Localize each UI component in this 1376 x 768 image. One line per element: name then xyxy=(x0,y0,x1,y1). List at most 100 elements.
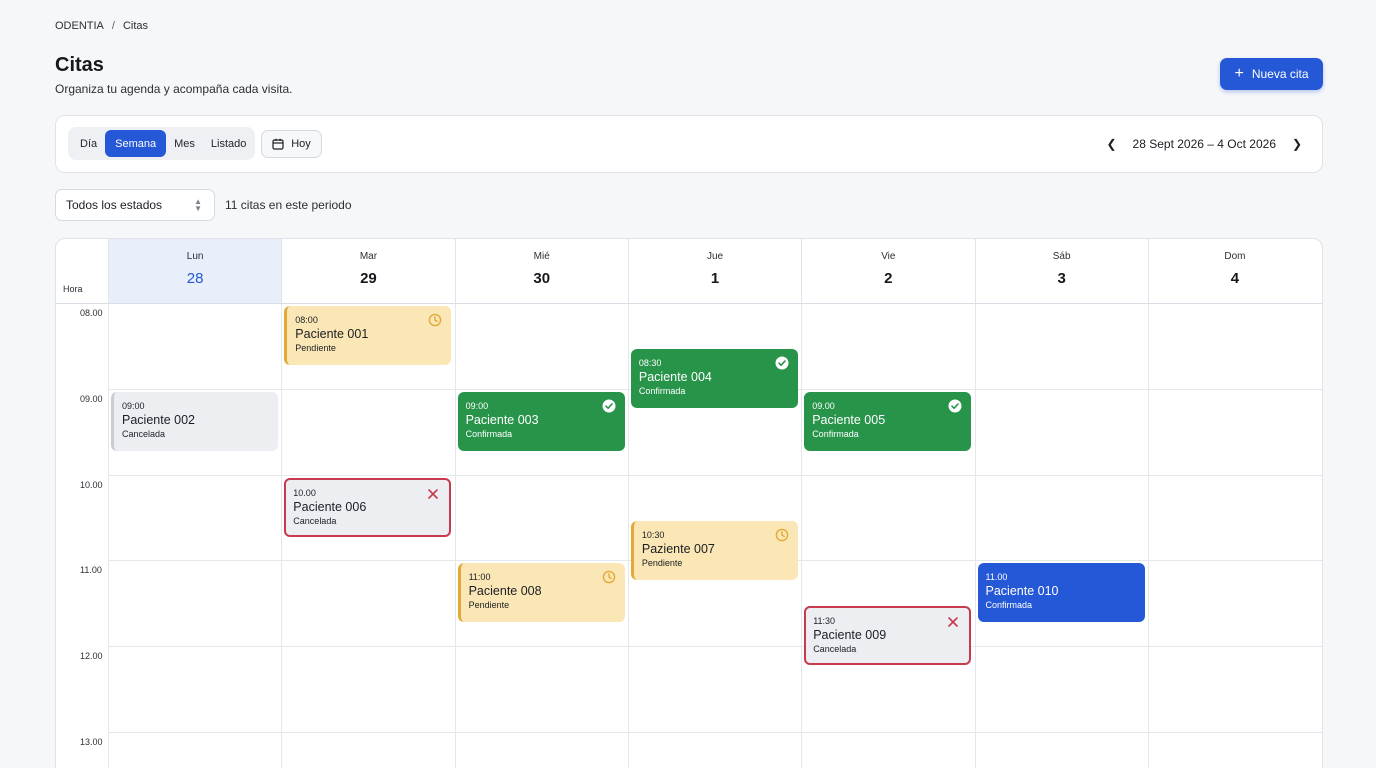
appointment-patient: Paciente 001 xyxy=(295,327,369,341)
view-day-button[interactable]: Día xyxy=(72,130,105,157)
hour-line xyxy=(108,474,1322,476)
column-divider xyxy=(627,303,629,768)
check-circle-icon xyxy=(775,356,789,370)
appointment-status: Confirmada xyxy=(465,428,513,439)
plus-icon: + xyxy=(1234,65,1244,82)
check-circle-icon xyxy=(602,399,616,413)
day-name: Lun xyxy=(186,251,204,262)
breadcrumb-current: Citas xyxy=(122,20,149,32)
appointment-patient: Paciente 003 xyxy=(465,412,539,427)
day-number: 2 xyxy=(884,270,893,287)
hour-line xyxy=(108,646,1322,648)
breadcrumb: ODENTIA / Citas xyxy=(55,20,148,32)
day-name: Dom xyxy=(1224,251,1246,262)
appointment-patient: Paciente 002 xyxy=(122,412,195,427)
clock-icon xyxy=(602,570,616,584)
column-divider xyxy=(1147,303,1149,768)
chevron-right-icon[interactable]: ❯ xyxy=(1290,137,1304,151)
period-navigation: ❮ 28 Sept 2026 – 4 Oct 2026 ❯ xyxy=(1105,130,1304,158)
page-subtitle: Organiza tu agenda y acompaña cada visit… xyxy=(55,82,293,96)
period-label: 28 Sept 2026 – 4 Oct 2026 xyxy=(1132,137,1276,151)
appointment-patient: Paziente 007 xyxy=(641,541,715,556)
appointment-card[interactable]: 11.00 Paciente 010 Confirmada xyxy=(977,563,1145,623)
appointment-status: Confirmada xyxy=(985,600,1033,611)
appointment-status: Pendiente xyxy=(641,557,683,568)
header-divider xyxy=(56,303,1322,304)
appointment-patient: Paciente 004 xyxy=(638,369,712,384)
appointment-card[interactable]: 09:00 Paciente 003 Confirmada xyxy=(457,391,625,451)
day-header[interactable]: Vie 2 xyxy=(801,239,974,303)
today-label: Hoy xyxy=(291,138,311,150)
day-header[interactable]: Sáb 3 xyxy=(974,239,1148,303)
day-name: Vie xyxy=(881,251,896,262)
new-appointment-button[interactable]: + Nueva cita xyxy=(1220,58,1323,90)
day-number: 29 xyxy=(360,270,377,287)
appointment-card[interactable]: 08:00 Paciente 001 Pendiente xyxy=(284,306,452,365)
appointment-count: 11 citas en este periodo xyxy=(225,198,352,212)
day-number: 28 xyxy=(186,270,204,287)
hour-label: 09.00 xyxy=(80,393,103,404)
hour-column-divider xyxy=(108,239,109,768)
status-filter-value: Todos los estados xyxy=(66,198,163,212)
day-name: Jue xyxy=(706,251,724,262)
appointment-card[interactable]: 11:30 Paciente 009 Cancelada xyxy=(804,606,972,666)
today-button[interactable]: Hoy xyxy=(261,130,322,158)
select-chevron-icon: ▲ ▼ xyxy=(194,197,202,213)
chevron-left-icon[interactable]: ❮ xyxy=(1105,137,1119,151)
appointment-status: Pendiente xyxy=(295,343,336,353)
page-title: Citas xyxy=(55,54,104,76)
appointment-card[interactable]: 08:30 Paciente 004 Confirmada xyxy=(630,348,798,408)
day-header[interactable]: Lun 28 xyxy=(108,239,282,303)
appointment-patient: Paciente 006 xyxy=(293,499,367,514)
column-divider xyxy=(801,303,803,768)
check-circle-icon xyxy=(948,399,962,413)
appointment-card[interactable]: 11:00 Paciente 008 Pendiente xyxy=(457,563,625,623)
appointment-card[interactable]: 10.00 Paciente 006 Cancelada xyxy=(284,477,452,537)
day-number: 30 xyxy=(533,270,551,287)
appointment-status: Pendiente xyxy=(468,600,510,611)
appointment-status: Cancelada xyxy=(813,644,857,655)
column-divider xyxy=(454,303,456,768)
view-list-button[interactable]: Listado xyxy=(203,130,254,157)
week-calendar: Hora Lun 28 Mar 29 Mié 30 Jue 1 Vie 2 Sáb 3 Dom 4 08.0… xyxy=(55,238,1323,768)
appointment-patient: Paciente 008 xyxy=(468,584,542,599)
hour-label: 10.00 xyxy=(80,479,103,490)
x-icon xyxy=(426,487,440,501)
appointment-status: Cancelada xyxy=(122,428,166,439)
breadcrumb-separator: / xyxy=(111,20,115,32)
day-number: 1 xyxy=(710,270,720,287)
column-divider xyxy=(974,303,976,768)
day-number: 4 xyxy=(1230,270,1240,287)
calendar-toolbar: Día Semana Mes Listado Hoy ❮ 28 Sept 202… xyxy=(55,115,1323,173)
breadcrumb-root[interactable]: ODENTIA xyxy=(55,20,104,32)
appointment-card[interactable]: 10:30 Paziente 007 Pendiente xyxy=(630,520,798,580)
appointment-time: 09:00 xyxy=(122,400,145,411)
day-header[interactable]: Dom 4 xyxy=(1147,239,1321,303)
status-filter-select[interactable]: Todos los estados ▲ ▼ xyxy=(55,189,215,221)
appointment-card[interactable]: 09:00 Paciente 002 Cancelada xyxy=(111,391,278,451)
appointment-patient: Paciente 010 xyxy=(985,584,1059,599)
day-name: Mar xyxy=(359,251,378,262)
day-name: Sáb xyxy=(1052,251,1071,262)
appointment-card[interactable]: 09.00 Paciente 005 Confirmada xyxy=(804,391,972,451)
column-divider xyxy=(281,303,283,768)
day-header[interactable]: Mar 29 xyxy=(281,239,454,303)
view-switcher: Día Semana Mes Listado xyxy=(68,127,255,160)
day-header[interactable]: Jue 1 xyxy=(627,239,801,303)
hour-label: 11.00 xyxy=(80,565,102,576)
appointment-time: 11.00 xyxy=(985,572,1008,583)
hour-line xyxy=(108,732,1322,733)
appointment-status: Confirmada xyxy=(812,428,859,439)
new-appointment-label: Nueva cita xyxy=(1251,67,1309,81)
x-icon xyxy=(946,615,960,629)
calendar-icon xyxy=(272,138,284,150)
appointment-status: Confirmada xyxy=(638,385,686,396)
appointment-patient: Paciente 005 xyxy=(812,412,886,427)
view-week-button[interactable]: Semana xyxy=(105,130,167,157)
appointment-patient: Paciente 009 xyxy=(813,628,887,643)
appointment-status: Cancelada xyxy=(293,515,337,526)
hour-column-label: Hora xyxy=(63,284,83,294)
day-header[interactable]: Mié 30 xyxy=(454,239,628,303)
clock-icon xyxy=(775,528,789,542)
view-month-button[interactable]: Mes xyxy=(166,130,203,157)
